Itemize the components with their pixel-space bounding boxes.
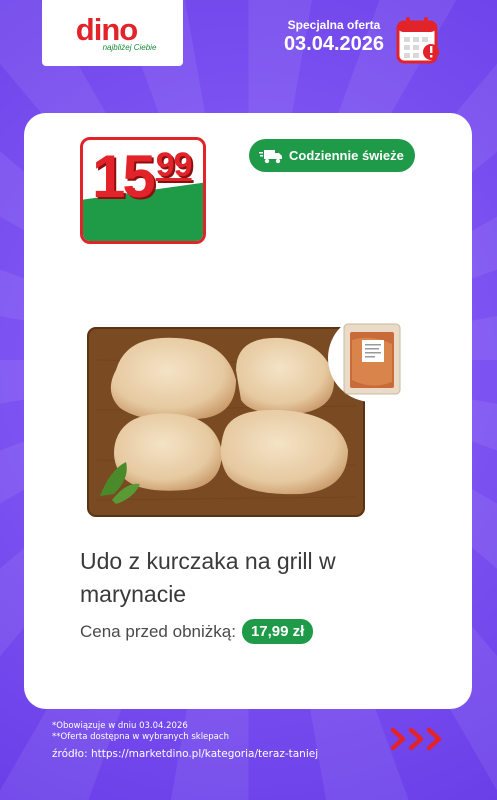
offer-date: 03.04.2026	[283, 33, 385, 55]
logo-tagline: najbliżej Ciebie	[102, 42, 157, 52]
fresh-daily-badge: Codziennie świeże	[249, 139, 415, 172]
footer-note-availability: **Oferta dostępna w wybranych sklepach	[52, 732, 229, 742]
previous-price-value: 17,99 zł	[241, 619, 314, 644]
dino-logo[interactable]: dino najbliżej Ciebie	[42, 0, 183, 66]
calendar-alert-icon	[396, 17, 439, 64]
delivery-truck-icon	[259, 149, 282, 163]
price: 15 99	[92, 143, 193, 210]
product-title: Udo z kurczaka na grill w marynacie	[80, 548, 336, 607]
fresh-badge-label: Codziennie świeże	[289, 148, 404, 163]
offer-label: Specjalna oferta	[287, 18, 381, 32]
previous-price: Cena przed obniżką: 17,99 zł	[80, 619, 314, 644]
previous-price-label: Cena przed obniżką:	[80, 621, 236, 641]
footer-source: źródło: https://marketdino.pl/kategoria/…	[52, 748, 319, 760]
product-image	[87, 314, 416, 517]
footer-note-date: *Obowiązuje w dniu 03.04.2026	[52, 721, 188, 731]
special-offer-header: Specjalna oferta 03.04.2026	[276, 18, 392, 56]
price-tag: 15 99	[80, 137, 206, 244]
footer-notes: *Obowiązuje w dniu 03.04.2026 **Oferta d…	[52, 721, 392, 761]
logo-wordmark: dino	[75, 11, 138, 47]
price-main: 15	[92, 143, 156, 210]
price-cents: 99	[155, 146, 193, 184]
triple-chevron-right-icon[interactable]	[389, 726, 445, 752]
